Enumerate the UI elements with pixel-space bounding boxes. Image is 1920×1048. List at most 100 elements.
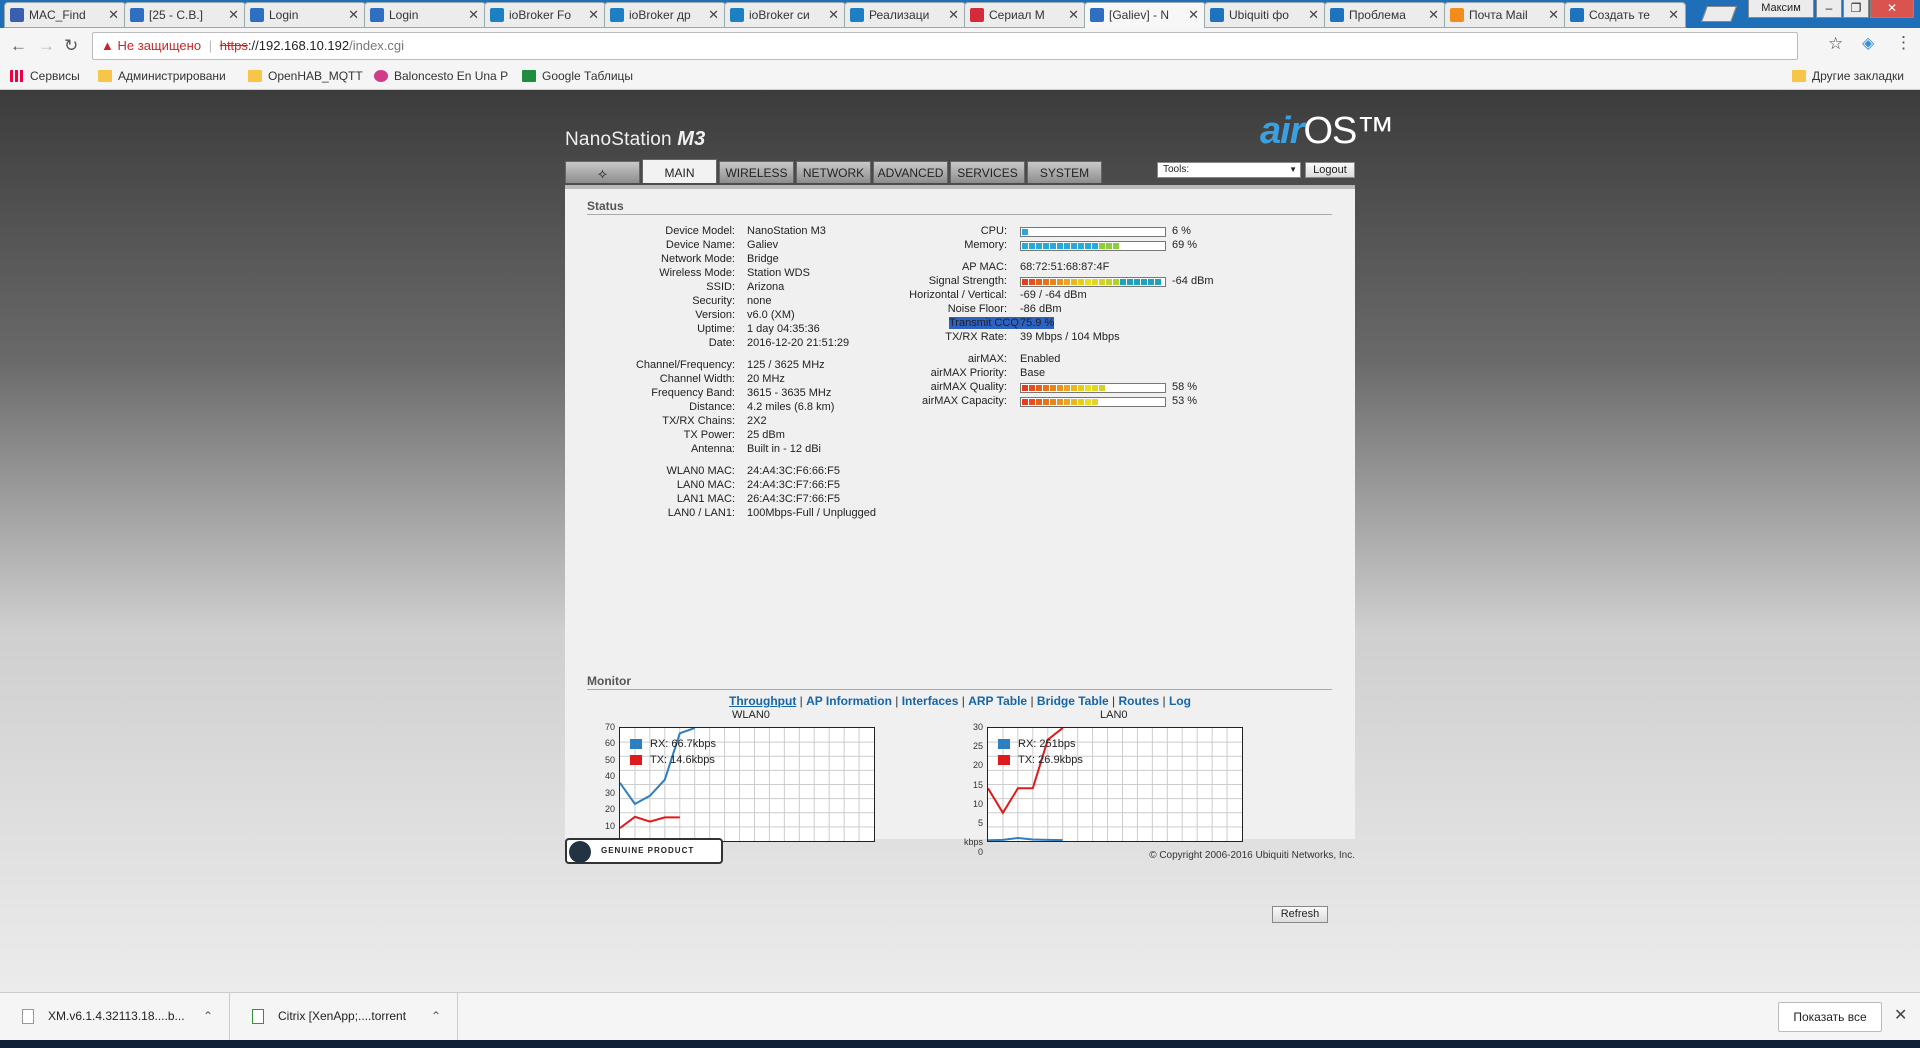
tab-wireless[interactable]: WIRELESS bbox=[719, 161, 794, 183]
new-tab-button[interactable] bbox=[1701, 6, 1737, 22]
memory-label: Memory: bbox=[964, 239, 1007, 251]
bar-segment bbox=[1085, 399, 1091, 405]
logout-button[interactable]: Logout bbox=[1305, 162, 1355, 178]
close-window-icon[interactable]: ✕ bbox=[1870, 0, 1914, 18]
monitor-link-routes[interactable]: Routes bbox=[1119, 694, 1160, 708]
close-tab-icon[interactable]: ✕ bbox=[1428, 3, 1439, 27]
monitor-link-log[interactable]: Log bbox=[1169, 694, 1191, 708]
browser-tab[interactable]: Сериал М ✕ bbox=[964, 2, 1086, 28]
close-tab-icon[interactable]: ✕ bbox=[948, 3, 959, 27]
folder-icon bbox=[98, 70, 112, 82]
minimize-icon[interactable]: – bbox=[1816, 0, 1842, 18]
browser-tab[interactable]: Создать те ✕ bbox=[1564, 2, 1686, 28]
downloads-bar: XM.v6.1.4.32113.18....b... ⌃ Citrix [XenA… bbox=[0, 992, 1920, 1041]
download-item[interactable]: XM.v6.1.4.32113.18....b... ⌃ bbox=[0, 993, 230, 1041]
menu-icon[interactable]: ⋮ bbox=[1895, 34, 1912, 52]
close-tab-icon[interactable]: ✕ bbox=[588, 3, 599, 27]
close-tab-icon[interactable]: ✕ bbox=[108, 3, 119, 27]
monitor-link-throughput[interactable]: Throughput bbox=[729, 694, 796, 708]
download-item[interactable]: Citrix [XenApp;....torrent ⌃ bbox=[230, 993, 458, 1041]
close-tab-icon[interactable]: ✕ bbox=[1308, 3, 1319, 27]
ccq-value: 75.9 % bbox=[1020, 317, 1055, 329]
hv-label: Horizontal / Vertical: bbox=[909, 289, 1007, 301]
status-value: v6.0 (XM) bbox=[747, 309, 795, 321]
show-all-downloads-button[interactable]: Показать все bbox=[1778, 1002, 1882, 1032]
tools-select[interactable]: Tools: ▼ bbox=[1157, 162, 1301, 178]
browser-tab[interactable]: ioBroker си ✕ bbox=[724, 2, 846, 28]
status-label: LAN0 / LAN1: bbox=[667, 507, 735, 519]
mail-icon bbox=[1450, 8, 1464, 22]
browser-tab[interactable]: [25 - C.B.] ✕ bbox=[124, 2, 246, 28]
bookmark-admin[interactable]: Администрировани bbox=[98, 64, 238, 88]
tab-network[interactable]: NETWORK bbox=[796, 161, 871, 183]
bookmark-star-icon[interactable]: ☆ bbox=[1828, 34, 1843, 54]
close-tab-icon[interactable]: ✕ bbox=[468, 3, 479, 27]
chevron-up-icon[interactable]: ⌃ bbox=[431, 993, 441, 1039]
ap_mac-label: AP MAC: bbox=[961, 261, 1007, 273]
bookmark-openhab[interactable]: OpenHAB_MQTT bbox=[248, 64, 368, 88]
dropdown-arrow-icon: ▼ bbox=[1289, 165, 1297, 174]
tab-services[interactable]: SERVICES bbox=[950, 161, 1025, 183]
browser-tab[interactable]: ioBroker Fo ✕ bbox=[484, 2, 606, 28]
bar-segment bbox=[1078, 279, 1084, 285]
bookmark-sheets[interactable]: Google Таблицы bbox=[522, 64, 642, 88]
bookmark-services[interactable]: Сервисы bbox=[10, 64, 90, 88]
status-label: Channel/Frequency: bbox=[635, 359, 735, 371]
signal-value: -64 dBm bbox=[1172, 275, 1214, 287]
close-tab-icon[interactable]: ✕ bbox=[708, 3, 719, 27]
close-tab-icon[interactable]: ✕ bbox=[348, 3, 359, 27]
browser-tab[interactable]: Ubiquiti фо ✕ bbox=[1204, 2, 1326, 28]
browser-tab[interactable]: Login ✕ bbox=[364, 2, 486, 28]
tab-system[interactable]: SYSTEM bbox=[1027, 161, 1102, 183]
ubiquiti-logo-tab[interactable]: ⟡ bbox=[565, 161, 640, 183]
browser-tab[interactable]: MAC_Find ✕ bbox=[4, 2, 126, 28]
close-tab-icon[interactable]: ✕ bbox=[1668, 3, 1679, 27]
bar-segment bbox=[1099, 279, 1105, 285]
restore-icon[interactable]: ❐ bbox=[1843, 0, 1869, 18]
address-bar[interactable]: ▲ Не защищено | https://192.168.10.192/i… bbox=[92, 32, 1798, 60]
bar-segment bbox=[1092, 385, 1098, 391]
status-label: Security: bbox=[692, 295, 735, 307]
browser-tab[interactable]: Login ✕ bbox=[244, 2, 366, 28]
bookmark-baloncesto[interactable]: Baloncesto En Una Pl bbox=[374, 64, 508, 88]
status-value: 1 day 04:35:36 bbox=[747, 323, 820, 335]
refresh-button[interactable]: Refresh bbox=[1272, 906, 1328, 923]
bar-segment bbox=[1043, 385, 1049, 391]
status-value: Bridge bbox=[747, 253, 779, 265]
reload-icon[interactable]: ↻ bbox=[64, 37, 78, 55]
noise-value: -86 dBm bbox=[1020, 303, 1062, 315]
folder-icon bbox=[248, 70, 262, 82]
monitor-link-ap-information[interactable]: AP Information bbox=[806, 694, 892, 708]
memory-value: 69 % bbox=[1172, 239, 1198, 251]
bookmarks-bar: Сервисы Администрировани OpenHAB_MQTT Ba… bbox=[0, 64, 1920, 90]
link-separator: | bbox=[1159, 694, 1169, 708]
close-tab-icon[interactable]: ✕ bbox=[1548, 3, 1559, 27]
browser-tab[interactable]: Почта Mail ✕ bbox=[1444, 2, 1566, 28]
tab-main[interactable]: MAIN bbox=[642, 159, 717, 183]
close-icon[interactable]: ✕ bbox=[1894, 1005, 1907, 1025]
close-tab-icon[interactable]: ✕ bbox=[828, 3, 839, 27]
other-bookmarks[interactable]: Другие закладки bbox=[1792, 64, 1914, 88]
browser-tab[interactable]: [Galiev] - N ✕ bbox=[1084, 2, 1206, 29]
close-tab-icon[interactable]: ✕ bbox=[1068, 3, 1079, 27]
browser-tab[interactable]: Реализаци ✕ bbox=[844, 2, 966, 28]
chevron-up-icon[interactable]: ⌃ bbox=[203, 993, 213, 1039]
profile-button[interactable]: Максим bbox=[1748, 0, 1814, 18]
tab-advanced[interactable]: ADVANCED bbox=[873, 161, 948, 183]
airmax_priority-label: airMAX Priority: bbox=[930, 367, 1007, 379]
monitor-link-arp-table[interactable]: ARP Table bbox=[968, 694, 1027, 708]
monitor-link-bridge-table[interactable]: Bridge Table bbox=[1037, 694, 1109, 708]
genuine-product-badge: GENUINE PRODUCT bbox=[565, 838, 723, 864]
browser-tab[interactable]: ioBroker др ✕ bbox=[604, 2, 726, 28]
monitor-link-interfaces[interactable]: Interfaces bbox=[902, 694, 959, 708]
back-icon[interactable]: ← bbox=[10, 37, 27, 55]
forward-icon[interactable]: → bbox=[38, 37, 55, 55]
close-tab-icon[interactable]: ✕ bbox=[228, 3, 239, 27]
status-label: Version: bbox=[695, 309, 735, 321]
cpu-bar-fill bbox=[1022, 229, 1029, 235]
extension-icon[interactable]: ◈ bbox=[1862, 35, 1874, 53]
bar-segment bbox=[1029, 279, 1035, 285]
close-tab-icon[interactable]: ✕ bbox=[1188, 3, 1199, 27]
browser-tab[interactable]: Проблема ✕ bbox=[1324, 2, 1446, 28]
device-brand: NanoStation M3 bbox=[565, 128, 706, 150]
